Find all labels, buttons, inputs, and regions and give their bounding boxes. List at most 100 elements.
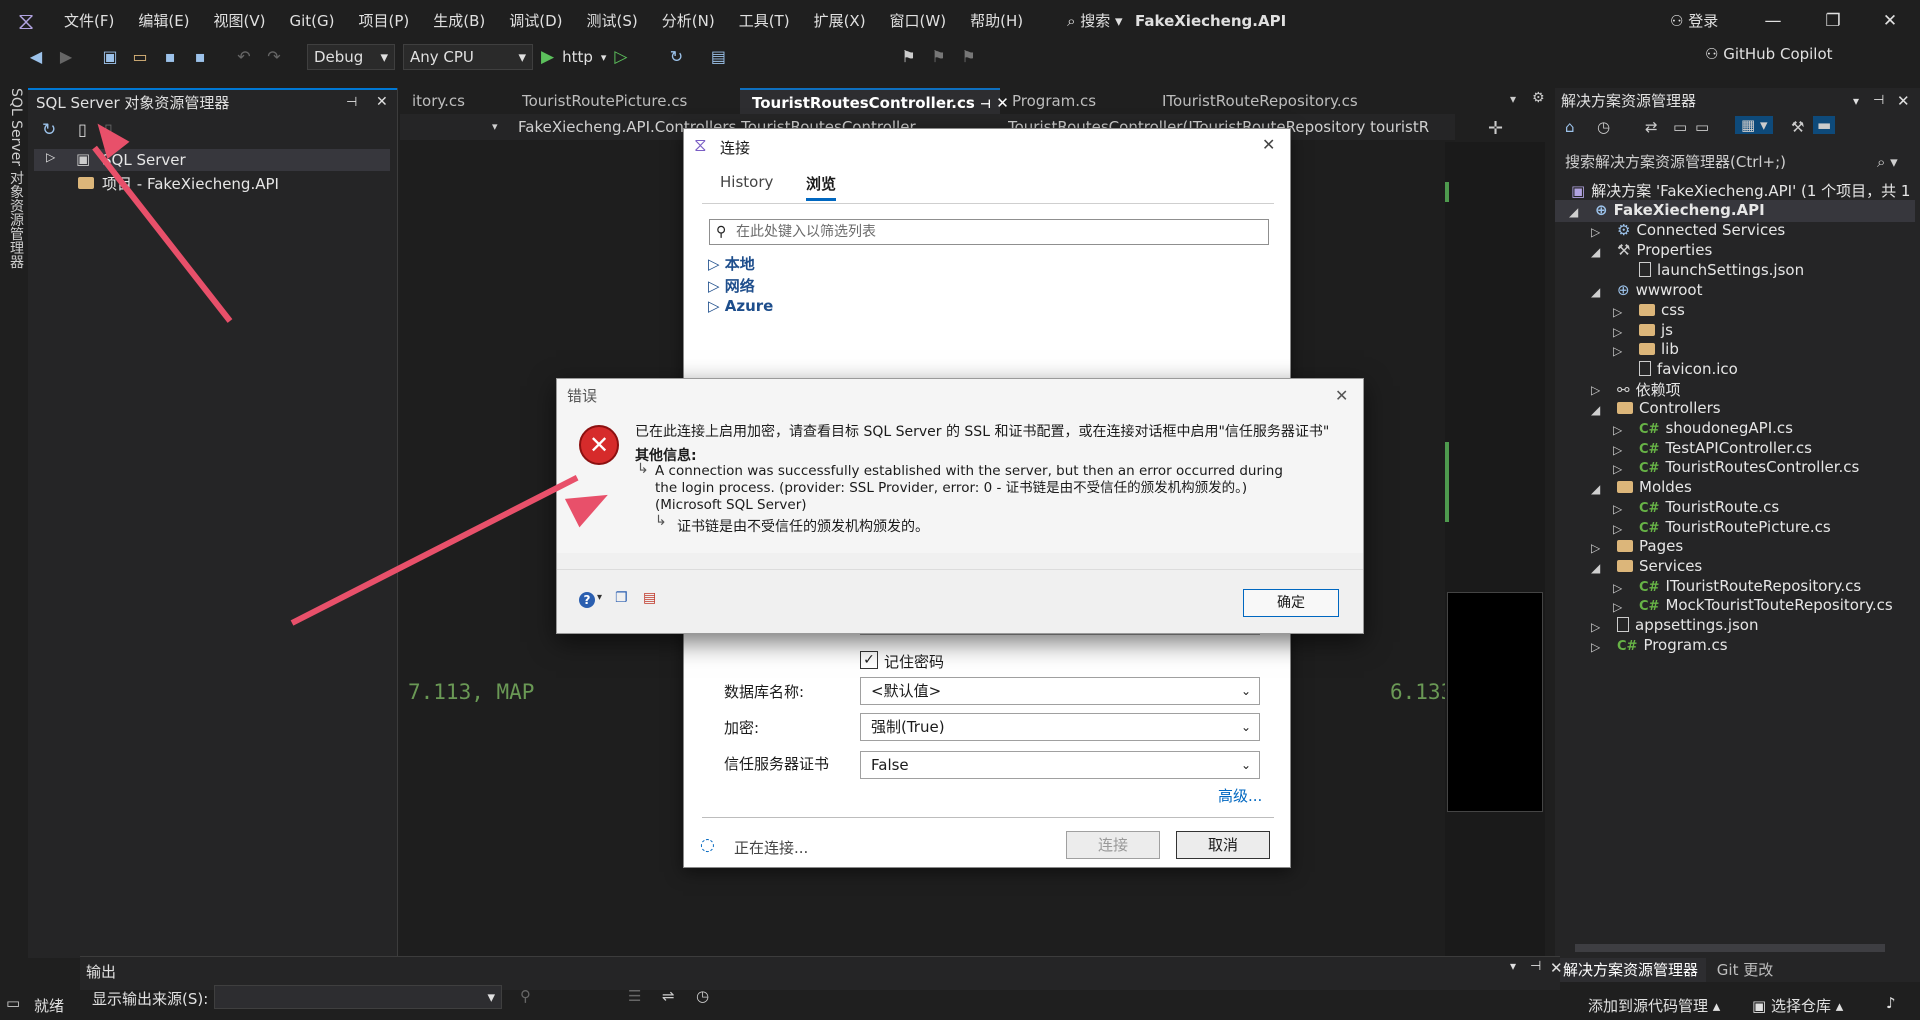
- cancel-button[interactable]: 取消: [1176, 831, 1270, 859]
- expanded-arrow-icon[interactable]: ◢: [1591, 403, 1600, 417]
- close-icon[interactable]: ✕: [1897, 88, 1910, 114]
- tree-node-local[interactable]: ▷ 本地: [708, 253, 755, 274]
- tree-item-connected-services[interactable]: ⚙ Connected Services: [1617, 221, 1785, 239]
- close-icon[interactable]: ✕: [1550, 959, 1563, 977]
- tree-item-itourist-route-repository[interactable]: C# ITouristRouteRepository.cs: [1639, 577, 1861, 595]
- save-all-icon[interactable]: ▪: [189, 46, 211, 68]
- minimap-scrollbar[interactable]: [1445, 142, 1545, 956]
- chevron-down-icon[interactable]: ▾: [492, 114, 498, 140]
- refresh-icon[interactable]: ↻: [42, 120, 56, 140]
- tree-item-lib[interactable]: lib: [1639, 340, 1679, 358]
- tree-item-pages[interactable]: Pages: [1617, 537, 1683, 555]
- remember-password-checkbox[interactable]: ✓: [860, 651, 878, 669]
- close-icon[interactable]: ✕: [1335, 379, 1348, 413]
- tree-item-css[interactable]: css: [1639, 301, 1685, 319]
- expanded-arrow-icon[interactable]: ◢: [1591, 561, 1600, 575]
- tab-itourist-route-repository[interactable]: ITouristRouteRepository.cs: [1150, 88, 1380, 114]
- login-button[interactable]: ⚇ 登录: [1670, 0, 1718, 42]
- tree-item-favicon[interactable]: favicon.ico: [1639, 360, 1738, 378]
- properties-wrench-icon[interactable]: ⚒: [1791, 118, 1804, 136]
- pin-icon[interactable]: ⊣: [980, 97, 991, 111]
- menu-file[interactable]: 文件(F): [52, 0, 126, 42]
- history-icon[interactable]: ◷: [1597, 118, 1610, 136]
- menu-view[interactable]: 视图(V): [202, 0, 278, 42]
- bookmark-prev-icon[interactable]: ⚑: [927, 46, 949, 68]
- tree-item-properties[interactable]: ⚒ Properties: [1617, 241, 1712, 259]
- tree-node-network[interactable]: ▷ 网络: [708, 275, 755, 296]
- tree-item-test-api-controller[interactable]: C# TestAPIController.cs: [1639, 439, 1812, 457]
- tree-item-tourist-route-picture[interactable]: C# TouristRoutePicture.cs: [1639, 518, 1831, 536]
- tab-tourist-routes-controller[interactable]: TouristRoutesController.cs ⊣ ✕: [740, 88, 1009, 114]
- menu-edit[interactable]: 编辑(E): [126, 0, 201, 42]
- ok-button[interactable]: 确定: [1243, 589, 1339, 617]
- collapsed-arrow-icon[interactable]: ▷: [1591, 620, 1600, 634]
- solution-explorer-icon[interactable]: ▤: [707, 46, 729, 68]
- expanded-arrow-icon[interactable]: ◢: [1591, 245, 1600, 259]
- run-profile[interactable]: http: [562, 48, 593, 66]
- output-source-dropdown[interactable]: ▾: [214, 985, 502, 1009]
- collapsed-arrow-icon[interactable]: ▷: [1613, 462, 1622, 476]
- tree-item-tourist-route[interactable]: C# TouristRoute.cs: [1639, 498, 1779, 516]
- tree-item-services[interactable]: Services: [1617, 557, 1702, 575]
- hot-reload-icon[interactable]: ↻: [665, 46, 687, 68]
- collapsed-arrow-icon[interactable]: ▷: [1613, 423, 1622, 437]
- copy-icon[interactable]: ❐: [615, 590, 628, 606]
- expand-arrow-icon[interactable]: ▷: [46, 150, 55, 164]
- tab-git-changes[interactable]: Git 更改: [1711, 961, 1779, 979]
- preview-icon[interactable]: ▬: [1813, 116, 1836, 134]
- menu-build[interactable]: 生成(B): [421, 0, 497, 42]
- platform-dropdown[interactable]: Any CPU ▾: [403, 44, 533, 70]
- expanded-arrow-icon[interactable]: ◢: [1591, 285, 1600, 299]
- open-folder-icon[interactable]: ▭: [129, 46, 151, 68]
- add-to-source-control[interactable]: 添加到源代码管理 ▴: [1588, 995, 1720, 1016]
- tree-item-controllers[interactable]: Controllers: [1617, 399, 1721, 417]
- solution-node[interactable]: ▣ 解决方案 'FakeXiecheng.API' (1 个项目，共 1: [1571, 180, 1910, 201]
- menu-debug[interactable]: 调试(D): [497, 0, 574, 42]
- collapsed-arrow-icon[interactable]: ▷: [1613, 305, 1622, 319]
- tree-item-js[interactable]: js: [1639, 321, 1673, 339]
- tree-item-dependencies[interactable]: ⚯ 依赖项: [1617, 379, 1681, 400]
- pin-icon[interactable]: ⊣: [346, 95, 357, 110]
- undo-icon[interactable]: ↶: [233, 46, 255, 68]
- clock-icon[interactable]: ◷: [696, 987, 709, 1005]
- back-icon[interactable]: ◀: [25, 46, 47, 68]
- tab-tourist-route-picture[interactable]: TouristRoutePicture.cs: [510, 88, 740, 114]
- horizontal-scrollbar[interactable]: [1575, 944, 1885, 952]
- collapsed-arrow-icon[interactable]: ▷: [1613, 522, 1622, 536]
- tab-repository[interactable]: itory.cs: [400, 88, 510, 114]
- sync-icon[interactable]: ⇄: [1645, 118, 1658, 136]
- tree-item-appsettings[interactable]: appsettings.json: [1617, 616, 1759, 634]
- show-all-files-icon[interactable]: ▭: [1695, 118, 1709, 136]
- menu-git[interactable]: Git(G): [278, 0, 347, 42]
- collapsed-arrow-icon[interactable]: ▷: [1613, 581, 1622, 595]
- tree-item-wwwroot[interactable]: ⊕ wwwroot: [1617, 281, 1702, 299]
- menu-test[interactable]: 测试(S): [575, 0, 650, 42]
- find-message-icon[interactable]: ⚲: [520, 987, 531, 1005]
- collapsed-arrow-icon[interactable]: ▷: [1613, 443, 1622, 457]
- encrypt-dropdown[interactable]: 强制(True) ⌄: [860, 713, 1260, 741]
- tab-list-icon[interactable]: ▾: [1510, 92, 1516, 106]
- collapsed-arrow-icon[interactable]: ▷: [1591, 640, 1600, 654]
- tree-node-azure[interactable]: ▷ Azure: [708, 297, 773, 315]
- chevron-down-icon[interactable]: ▾: [1510, 959, 1516, 973]
- menu-analyze[interactable]: 分析(N): [650, 0, 727, 42]
- tree-node-sql-server[interactable]: SQL Server: [102, 151, 186, 169]
- tree-item-program[interactable]: C# Program.cs: [1617, 636, 1728, 654]
- tree-item-tourist-routes-controller[interactable]: C# TouristRoutesController.cs: [1639, 458, 1859, 476]
- tab-program[interactable]: Program.cs: [1000, 88, 1150, 114]
- expanded-arrow-icon[interactable]: ◢: [1591, 482, 1600, 496]
- project-node[interactable]: ⊕ FakeXiecheng.API: [1595, 201, 1765, 219]
- tree-item-launch-settings[interactable]: launchSettings.json: [1639, 261, 1804, 279]
- new-project-icon[interactable]: ▣: [99, 46, 121, 68]
- collapsed-arrow-icon[interactable]: ▷: [1591, 225, 1600, 239]
- menu-help[interactable]: 帮助(H): [958, 0, 1035, 42]
- pin-icon[interactable]: ⊣: [1873, 88, 1884, 114]
- search-box[interactable]: ⌕ 搜索 ▾: [1055, 0, 1135, 42]
- tab-history[interactable]: History: [720, 173, 773, 191]
- clear-all-icon[interactable]: ☰: [628, 987, 641, 1005]
- bookmark-next-icon[interactable]: ⚑: [957, 46, 979, 68]
- tab-browse[interactable]: 浏览: [806, 173, 837, 201]
- bookmark-icon[interactable]: ⚑: [897, 46, 919, 68]
- copilot-button[interactable]: ⚇ GitHub Copilot: [1705, 45, 1833, 63]
- split-editor-icon[interactable]: ✛: [1488, 118, 1503, 139]
